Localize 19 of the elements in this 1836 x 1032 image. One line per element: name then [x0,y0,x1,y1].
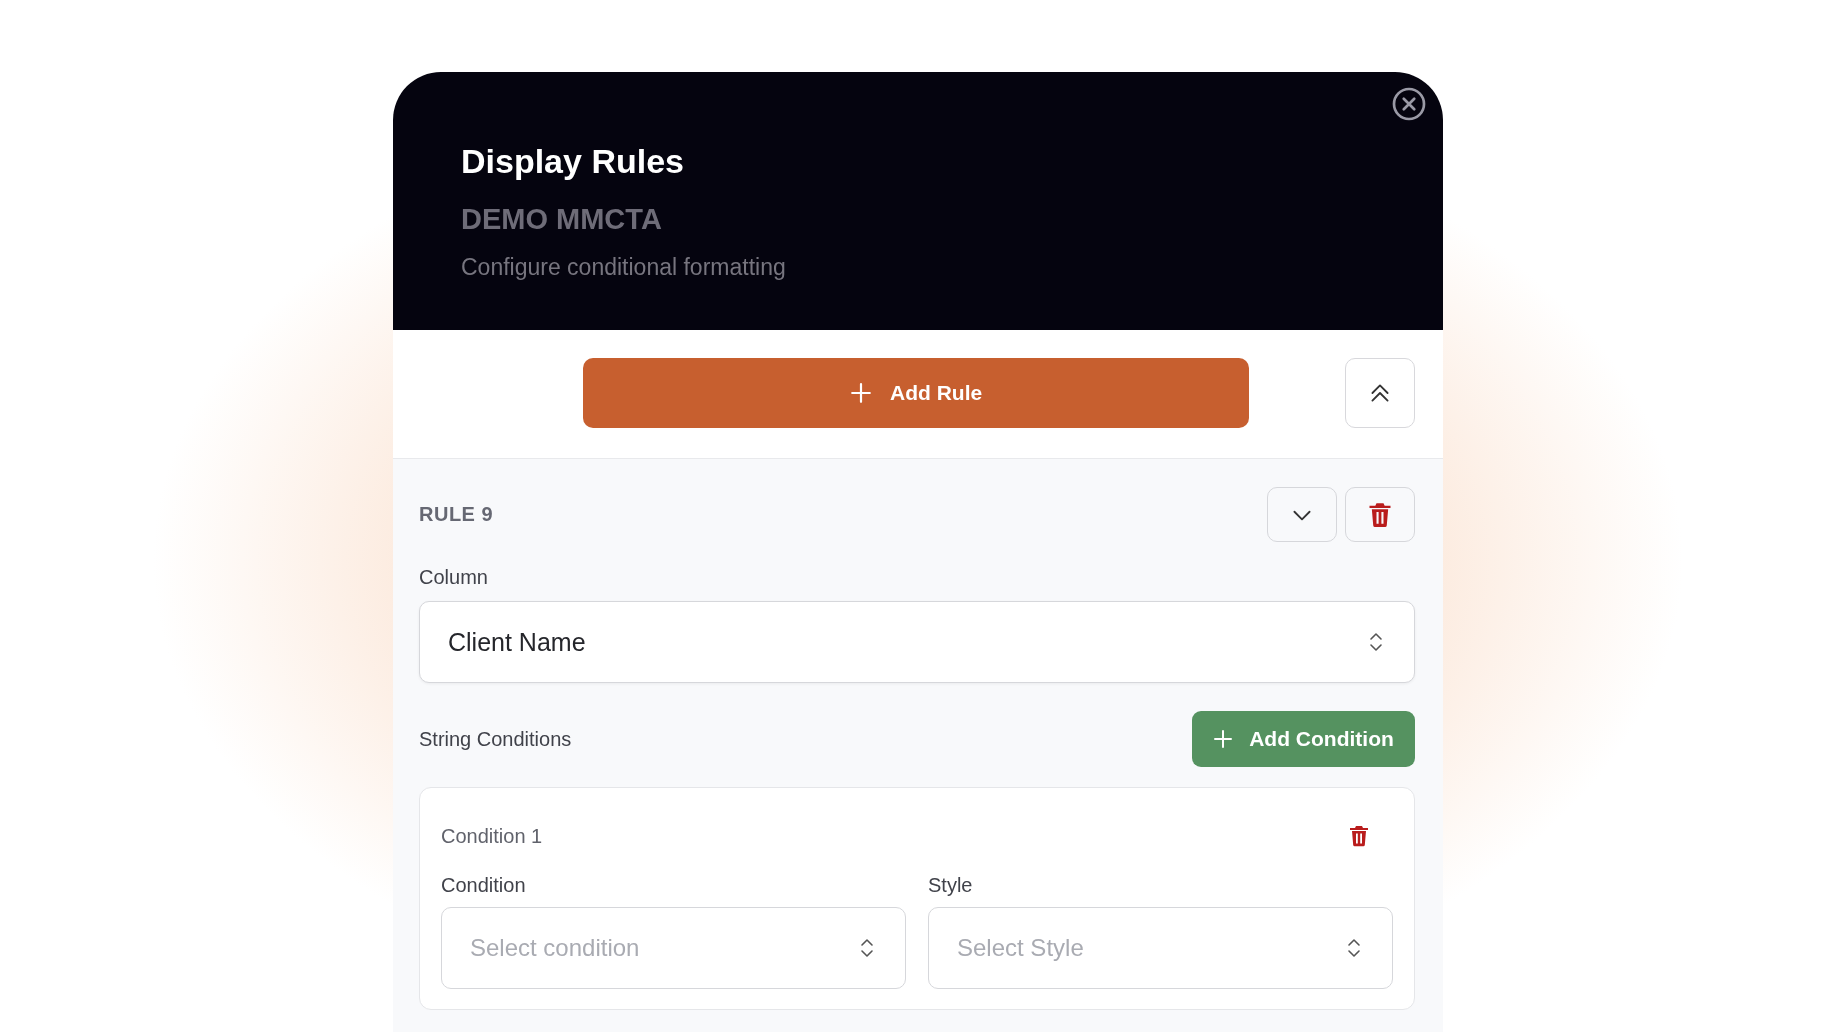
delete-rule-button[interactable] [1345,487,1415,542]
add-rule-button[interactable]: Add Rule [583,358,1250,428]
dialog-title: Display Rules [461,142,685,181]
close-icon[interactable] [1391,86,1427,122]
add-condition-button[interactable]: Add Condition [1192,711,1415,767]
field-label: Column [419,566,489,589]
plus-icon [1213,729,1234,749]
dropdown-field[interactable]: Select condition [441,907,906,989]
column-select[interactable]: Client Name [419,601,1415,683]
field-label: Style [928,874,974,897]
trash-icon[interactable] [1347,824,1371,848]
section-label: String Conditions [419,727,572,751]
field-label: Condition [441,874,527,897]
plus-icon [850,382,872,404]
rule-title: RULE 9 [419,503,494,526]
dialog-subtitle: DEMO MMCTA [461,203,663,236]
condition-title: Condition 1 [441,824,543,848]
dialog-description: Configure conditional formatting [461,254,787,281]
dropdown-field[interactable]: Select Style [928,907,1393,989]
